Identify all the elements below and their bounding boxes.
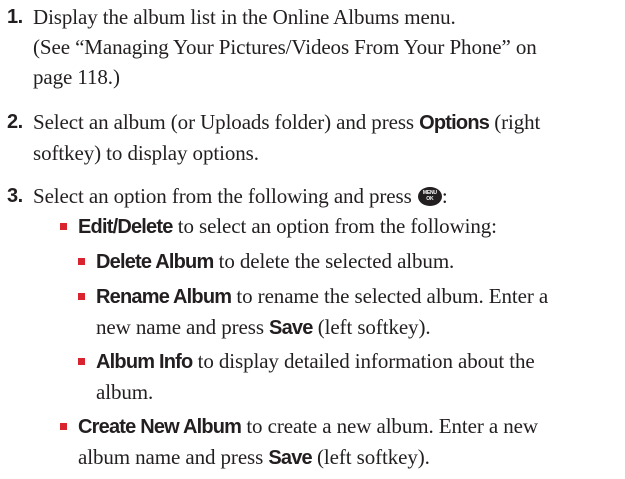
step-text: Select an option from the following and … <box>33 181 619 211</box>
album-info-option-label: Album Info <box>96 351 193 373</box>
bullet-marker <box>78 258 85 265</box>
list-item-text: Rename Album to rename the selected albu… <box>96 281 548 343</box>
menu-ok-key-icon-bottom-label: OK <box>426 196 434 202</box>
step-text-segment: (right <box>489 110 541 134</box>
list-item-description: album name and press <box>78 445 269 469</box>
bullet-marker <box>60 223 67 230</box>
list-item-line: new name and press Save (left softkey). <box>96 312 548 343</box>
step-text: Display the album list in the Online Alb… <box>33 2 619 92</box>
list-item-line: Album Info to display detailed informati… <box>96 346 535 377</box>
save-softkey-label: Save <box>268 447 312 469</box>
bullet-marker <box>78 293 85 300</box>
list-item-line: album. <box>96 380 154 404</box>
list-item-description: to delete the selected album. <box>213 249 455 273</box>
list-item-description: (left softkey). <box>312 315 431 339</box>
list-item-description: new name and press <box>96 315 270 339</box>
step-number: 2. <box>7 111 23 133</box>
step-number: 1. <box>7 6 23 28</box>
step-text-segment: : <box>441 184 448 208</box>
options-softkey-label: Options <box>419 112 490 134</box>
step-line: page 118.) <box>33 65 120 89</box>
step-text: Select an album (or Uploads folder) and … <box>33 107 619 168</box>
list-item-line: Create New Album to create a new album. … <box>78 411 538 442</box>
manual-page: 1. Display the album list in the Online … <box>0 0 625 479</box>
delete-album-option-label: Delete Album <box>96 251 214 273</box>
list-item-text: Album Info to display detailed informati… <box>96 346 535 407</box>
menu-ok-key-icon: MENU OK <box>417 187 442 206</box>
edit-delete-option-label: Edit/Delete <box>78 216 173 238</box>
list-item-description: to display detailed information about th… <box>192 349 535 373</box>
step-number: 3. <box>7 185 23 207</box>
list-item-line: album name and press Save (left softkey)… <box>78 442 538 473</box>
list-item-line: Delete Album to delete the selected albu… <box>96 246 454 277</box>
list-item-description: to create a new album. Enter a new <box>241 414 538 438</box>
list-item-line: Edit/Delete to select an option from the… <box>78 211 497 242</box>
step-line: Select an album (or Uploads folder) and … <box>33 107 619 138</box>
list-item-text: Create New Album to create a new album. … <box>78 411 538 473</box>
list-item-line: Rename Album to rename the selected albu… <box>96 281 548 312</box>
step-line: (See “Managing Your Pictures/Videos From… <box>33 35 537 59</box>
bullet-marker <box>60 423 67 430</box>
list-item-text: Delete Album to delete the selected albu… <box>96 246 454 277</box>
step-text-segment: Select an option from the following and … <box>33 184 417 208</box>
list-item-description: to select an option from the following: <box>172 214 497 238</box>
rename-album-option-label: Rename Album <box>96 286 232 308</box>
step-line: Display the album list in the Online Alb… <box>33 5 456 29</box>
save-softkey-label: Save <box>269 317 313 339</box>
create-new-album-option-label: Create New Album <box>78 416 242 438</box>
list-item-description: to rename the selected album. Enter a <box>231 284 549 308</box>
step-line: softkey) to display options. <box>33 141 259 165</box>
list-item-description: (left softkey). <box>311 445 430 469</box>
step-line: Select an option from the following and … <box>33 181 619 211</box>
step-text-segment: Select an album (or Uploads folder) and … <box>33 110 420 134</box>
list-item-text: Edit/Delete to select an option from the… <box>78 211 497 242</box>
bullet-marker <box>78 358 85 365</box>
